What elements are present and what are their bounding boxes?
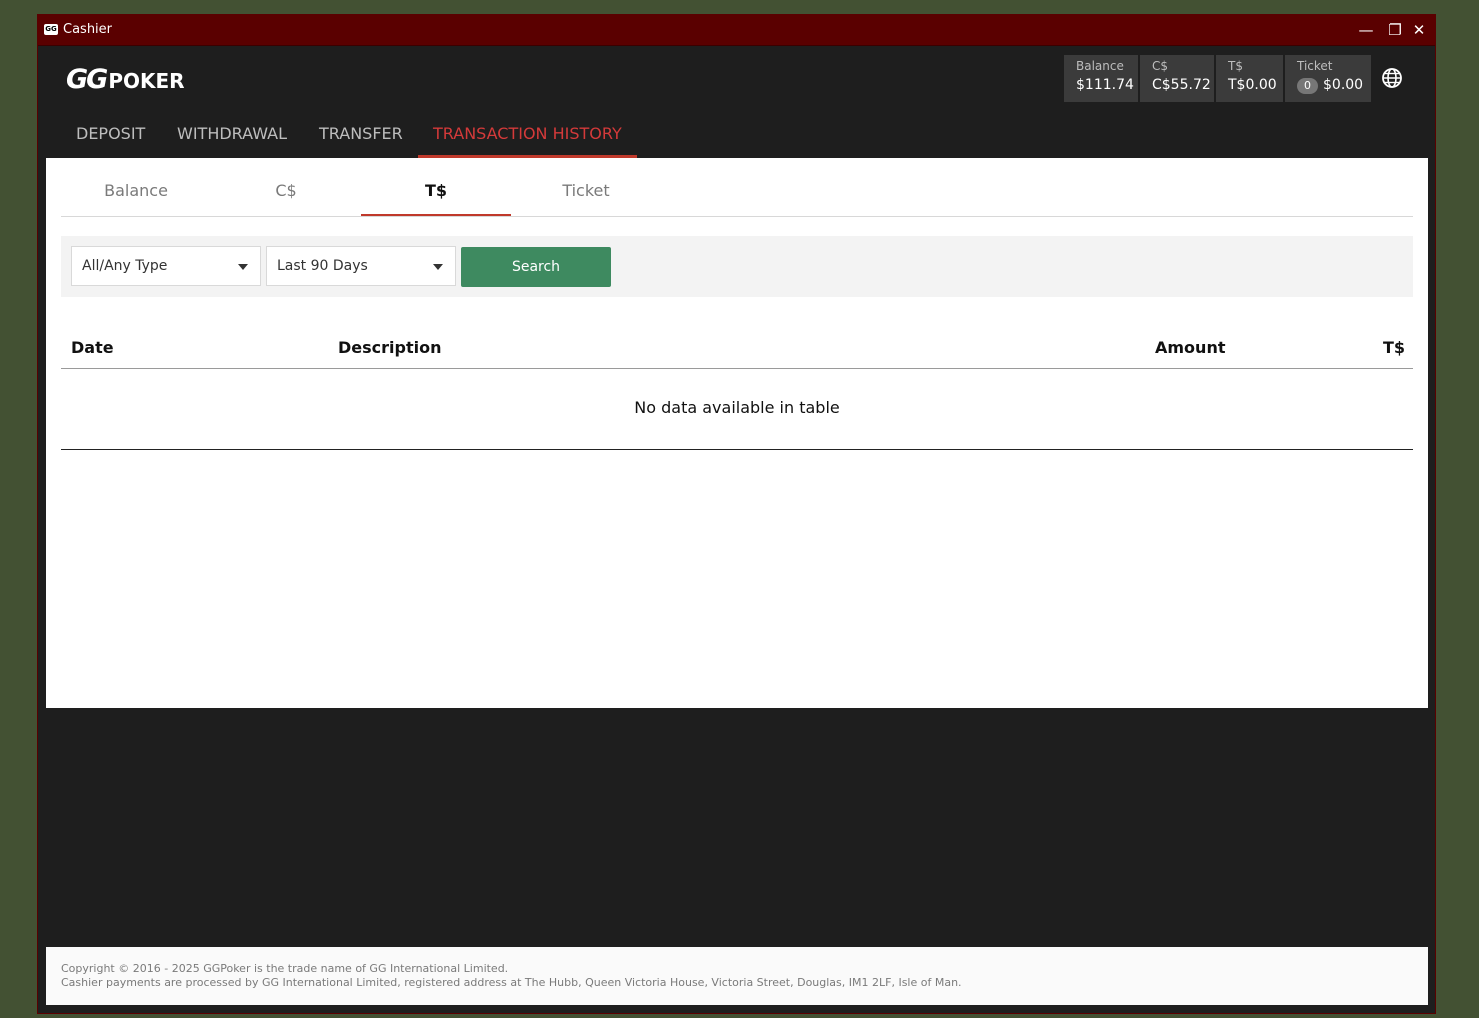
tab-withdrawal[interactable]: WITHDRAWAL [162,116,302,158]
table-body: No data available in table [61,369,1413,450]
footer: Copyright © 2016 - 2025 GGPoker is the t… [46,947,1428,1005]
currency-subtabs: Balance C$ T$ Ticket [61,158,1413,217]
caret-down-icon [238,264,248,270]
footer-payment-notice: Cashier payments are processed by GG Int… [61,976,962,989]
caret-down-icon [433,264,443,270]
window-title: Cashier [63,22,113,37]
close-button[interactable]: ✕ [1408,19,1430,41]
column-date[interactable]: Date [71,338,114,357]
wallet-ticket-value: $0.00 [1323,77,1364,93]
column-amount[interactable]: Amount [1155,338,1225,357]
column-description[interactable]: Description [338,338,441,357]
wallet-ticket-label: Ticket [1297,59,1333,73]
logo-gg-text: GG [66,64,108,95]
gg-app-icon: GG [44,24,58,35]
wallet-balance-value: $111.74 [1076,77,1134,93]
search-button[interactable]: Search [461,247,611,287]
subtab-tdollar[interactable]: T$ [361,158,511,216]
subtab-balance[interactable]: Balance [61,158,211,216]
subtab-ticket[interactable]: Ticket [511,158,661,216]
transaction-history-panel: Balance C$ T$ Ticket All/Any Type Last 9… [46,158,1428,708]
period-select[interactable]: Last 90 Days [266,246,456,286]
wallet-tdollar: T$ T$0.00 [1216,55,1283,102]
wallet-cdollar-value: C$55.72 [1152,77,1211,93]
wallet-tdollar-label: T$ [1228,59,1243,73]
type-select-value: All/Any Type [82,258,168,274]
cashier-window: GG Cashier — ❐ ✕ GG POKER Balance $111.74… [37,14,1436,1014]
restore-button[interactable]: ❐ [1384,19,1406,41]
subtab-cdollar[interactable]: C$ [211,158,361,216]
tab-transaction-history[interactable]: TRANSACTION HISTORY [418,116,637,158]
wallet-tdollar-value: T$0.00 [1228,77,1277,93]
wallet-balance: Balance $111.74 [1064,55,1138,102]
tab-transfer[interactable]: TRANSFER [304,116,418,158]
footer-copyright: Copyright © 2016 - 2025 GGPoker is the t… [61,962,509,975]
column-tdollar[interactable]: T$ [1383,338,1405,357]
ticket-count-badge: 0 [1297,78,1318,94]
tab-deposit[interactable]: DEPOSIT [61,116,160,158]
wallet-balance-label: Balance [1076,59,1124,73]
table-header: Date Description Amount T$ [61,334,1413,369]
minimize-button[interactable]: — [1355,19,1377,41]
ggpoker-logo: GG POKER [66,64,185,95]
wallet-cdollar-label: C$ [1152,59,1169,73]
logo-poker-text: POKER [108,69,185,93]
transactions-table: Date Description Amount T$ No data avail… [61,334,1413,450]
globe-icon[interactable] [1381,67,1403,89]
title-bar[interactable]: GG Cashier — ❐ ✕ [38,15,1435,46]
filter-bar: All/Any Type Last 90 Days Search [61,236,1413,297]
wallet-cdollar: C$ C$55.72 [1140,55,1214,102]
type-select[interactable]: All/Any Type [71,246,261,286]
wallet-ticket: Ticket 0 $0.00 [1285,55,1371,102]
cashier-header: GG POKER Balance $111.74 C$ C$55.72 T$ T$… [46,46,1428,159]
period-select-value: Last 90 Days [277,258,368,274]
wallet-ticket-value-row: 0 $0.00 [1297,75,1363,95]
empty-table-message: No data available in table [634,398,840,417]
